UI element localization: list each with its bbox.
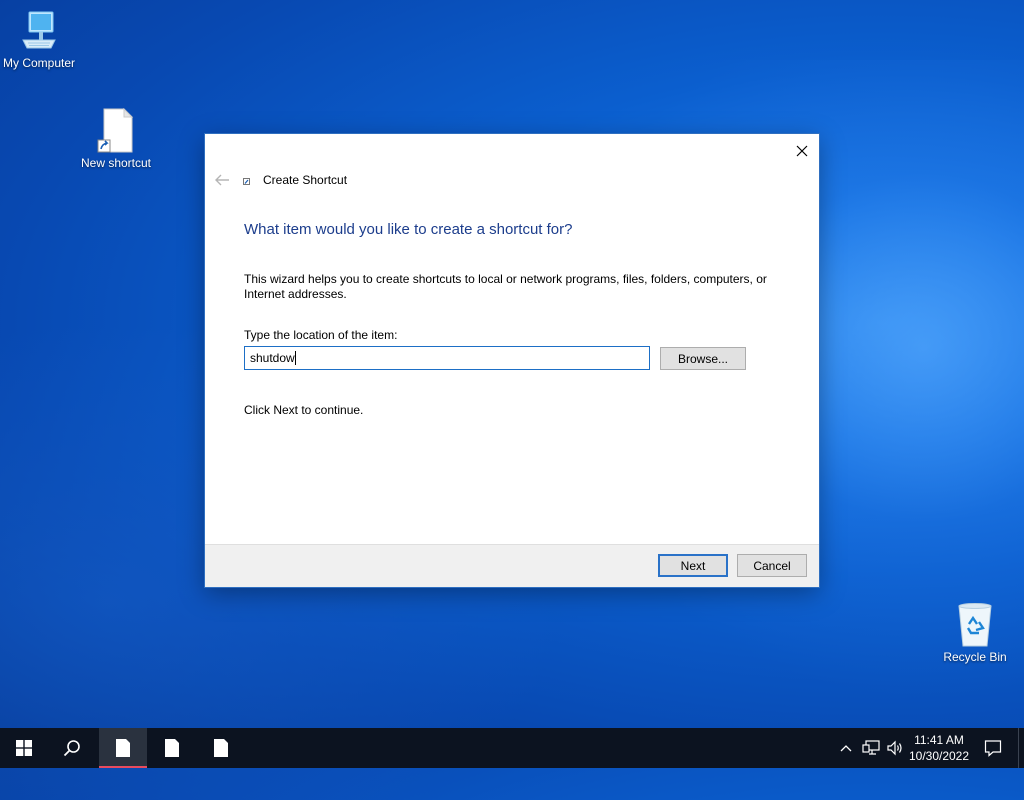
file-icon <box>214 739 228 757</box>
chevron-up-icon <box>840 745 852 752</box>
wizard-heading: What item would you like to create a sho… <box>244 221 573 238</box>
close-button[interactable] <box>791 140 813 162</box>
desktop-icon-label: My Computer <box>2 56 76 70</box>
computer-icon <box>22 11 56 49</box>
volume-button[interactable] <box>884 728 906 768</box>
create-shortcut-dialog: Create Shortcut What item would you like… <box>205 134 819 587</box>
location-input-value: shutdow <box>250 351 295 365</box>
desktop-icon-label: New shortcut <box>80 156 152 170</box>
dialog-footer: Next Cancel <box>205 544 819 587</box>
back-arrow-icon[interactable] <box>213 172 231 188</box>
file-icon <box>116 739 130 757</box>
browse-button[interactable]: Browse... <box>660 347 746 370</box>
network-icon <box>862 740 880 755</box>
cancel-button[interactable]: Cancel <box>737 554 807 577</box>
tray-overflow-button[interactable] <box>836 728 856 768</box>
taskbar-app-1[interactable] <box>99 728 147 768</box>
next-button[interactable]: Next <box>658 554 728 577</box>
wizard-description: This wizard helps you to create shortcut… <box>244 272 767 301</box>
clock-date: 10/30/2022 <box>908 749 970 763</box>
desktop-icon-label: Recycle Bin <box>943 650 1007 664</box>
location-input[interactable]: shutdow <box>244 346 650 370</box>
shortcut-icon <box>243 178 250 185</box>
text-caret <box>294 351 296 365</box>
speaker-icon <box>887 740 902 756</box>
desktop-icon-recycle-bin[interactable]: Recycle Bin <box>930 602 1020 664</box>
clock-time: 11:41 AM <box>914 733 964 747</box>
start-button[interactable] <box>0 728 48 768</box>
network-button[interactable] <box>860 728 882 768</box>
search-button[interactable] <box>48 728 96 768</box>
taskbar-app-2[interactable] <box>148 728 196 768</box>
desktop-icon-my-computer[interactable]: My Computer <box>0 10 84 70</box>
taskbar-app-3[interactable] <box>197 728 245 768</box>
notifications-button[interactable] <box>978 728 1008 768</box>
close-icon <box>796 145 808 157</box>
start-icon <box>16 740 32 756</box>
notification-icon <box>984 740 1002 757</box>
location-label: Type the location of the item: <box>244 328 398 342</box>
recycle-bin-icon <box>958 603 992 647</box>
taskbar: 11:41 AM 10/30/2022 <box>0 728 1024 768</box>
show-desktop-button[interactable] <box>1018 728 1024 768</box>
shortcut-file-icon <box>97 108 134 153</box>
search-icon <box>63 740 80 757</box>
file-icon <box>165 739 179 757</box>
clock[interactable]: 11:41 AM 10/30/2022 <box>906 728 972 768</box>
dialog-title: Create Shortcut <box>263 173 348 187</box>
desktop-icon-new-shortcut[interactable]: New shortcut <box>71 108 161 170</box>
continue-hint: Click Next to continue. <box>244 403 364 417</box>
